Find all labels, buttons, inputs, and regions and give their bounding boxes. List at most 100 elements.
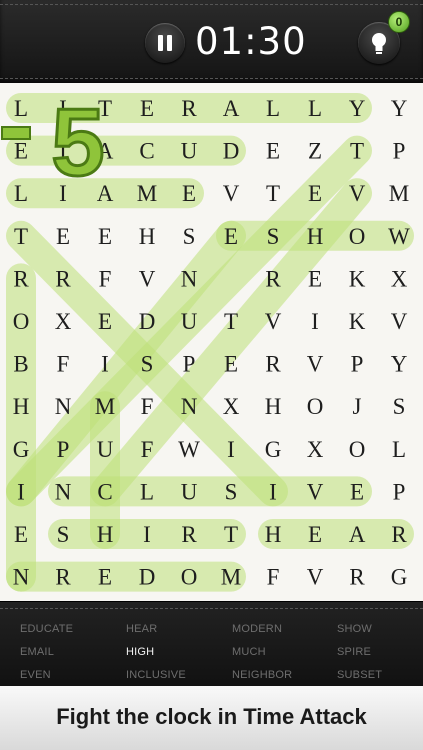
grid-letter[interactable]: O — [181, 565, 198, 590]
grid-letter[interactable]: W — [178, 437, 200, 462]
grid-letter[interactable]: R — [265, 266, 281, 291]
grid-letter[interactable]: P — [393, 479, 406, 504]
grid-letter[interactable]: H — [97, 522, 114, 547]
grid-letter[interactable]: E — [182, 181, 196, 206]
grid-letter[interactable]: P — [393, 139, 406, 164]
grid-letter[interactable]: E — [14, 522, 28, 547]
grid-letter[interactable]: X — [223, 394, 240, 419]
grid-letter[interactable]: O — [349, 437, 366, 462]
grid-letter[interactable]: R — [349, 565, 365, 590]
grid-letter[interactable]: E — [98, 565, 112, 590]
grid-letter[interactable]: V — [307, 352, 324, 377]
grid-letter[interactable]: L — [266, 96, 280, 121]
grid-letter[interactable]: V — [139, 266, 156, 291]
grid-letter[interactable]: S — [267, 224, 280, 249]
grid-letter[interactable]: Z — [308, 139, 322, 164]
grid-letter[interactable]: R — [13, 266, 29, 291]
grid-letter[interactable]: B — [13, 352, 28, 377]
grid-letter[interactable]: W — [388, 224, 410, 249]
grid-letter[interactable]: T — [14, 224, 28, 249]
grid-letter[interactable]: I — [311, 309, 319, 334]
grid-letter[interactable]: E — [350, 479, 364, 504]
grid-letter[interactable]: E — [266, 139, 280, 164]
grid-letter[interactable]: H — [307, 224, 324, 249]
grid-letter[interactable]: K — [349, 266, 366, 291]
grid-letter[interactable]: N — [181, 266, 198, 291]
grid-letter[interactable]: O — [307, 394, 324, 419]
grid-letter[interactable]: X — [55, 309, 72, 334]
grid-letter[interactable]: U — [181, 139, 198, 164]
grid-letter[interactable]: F — [141, 394, 154, 419]
grid-letter[interactable]: L — [308, 96, 322, 121]
grid-letter[interactable]: R — [265, 352, 281, 377]
grid-letter[interactable]: T — [350, 139, 364, 164]
grid-letter[interactable]: F — [99, 266, 112, 291]
grid-letter[interactable]: S — [393, 394, 406, 419]
grid-letter[interactable]: D — [139, 565, 156, 590]
grid-letter[interactable]: C — [97, 479, 112, 504]
grid-letter[interactable]: V — [265, 309, 282, 334]
grid-letter[interactable]: C — [139, 139, 154, 164]
grid-letter[interactable]: M — [137, 181, 157, 206]
grid-letter[interactable]: E — [308, 181, 322, 206]
grid-letter[interactable]: J — [353, 394, 362, 419]
grid-letter[interactable]: X — [391, 266, 408, 291]
pause-button[interactable] — [145, 23, 185, 63]
puzzle-board[interactable]: LITERALLYYETACUDEZTPLIAMEVTEVMTEEHSESHOW… — [0, 83, 423, 601]
grid-letter[interactable]: I — [269, 479, 277, 504]
grid-letter[interactable]: D — [223, 139, 240, 164]
grid-letter[interactable]: L — [140, 479, 154, 504]
grid-letter[interactable]: T — [266, 181, 280, 206]
grid-letter[interactable]: R — [55, 565, 71, 590]
grid-letter[interactable]: O — [13, 309, 30, 334]
grid-letter[interactable]: Y — [349, 96, 366, 121]
grid-letter[interactable]: U — [181, 309, 198, 334]
grid-letter[interactable]: H — [13, 394, 30, 419]
grid-letter[interactable]: I — [227, 437, 235, 462]
grid-letter[interactable]: V — [307, 479, 324, 504]
grid-letter[interactable]: R — [55, 266, 71, 291]
grid-letter[interactable]: V — [349, 181, 366, 206]
grid-letter[interactable]: V — [307, 565, 324, 590]
grid-letter[interactable]: D — [139, 309, 156, 334]
grid-letter[interactable]: Y — [391, 352, 408, 377]
grid-letter[interactable]: N — [13, 565, 30, 590]
grid-letter[interactable]: E — [224, 224, 238, 249]
grid-letter[interactable]: L — [392, 437, 406, 462]
grid-letter[interactable]: K — [349, 309, 366, 334]
grid-letter[interactable]: F — [267, 565, 280, 590]
grid-letter[interactable]: E — [224, 352, 238, 377]
grid-letter[interactable]: N — [55, 394, 72, 419]
grid-letter[interactable]: A — [349, 522, 366, 547]
grid-letter[interactable]: R — [181, 522, 197, 547]
grid-letter[interactable]: S — [225, 479, 238, 504]
grid-letter[interactable]: M — [95, 394, 115, 419]
grid-letter[interactable]: S — [141, 352, 154, 377]
grid-letter[interactable]: U — [181, 479, 198, 504]
grid-letter[interactable]: N — [181, 394, 198, 419]
grid-letter[interactable]: E — [308, 522, 322, 547]
grid-letter[interactable]: X — [307, 437, 324, 462]
grid-letter[interactable]: E — [56, 224, 70, 249]
grid-letter[interactable]: F — [141, 437, 154, 462]
grid-letter[interactable]: G — [13, 437, 30, 462]
grid-letter[interactable]: R — [391, 522, 407, 547]
grid-letter[interactable]: S — [57, 522, 70, 547]
grid-letter[interactable]: N — [55, 479, 72, 504]
grid-letter[interactable]: I — [17, 479, 25, 504]
grid-letter[interactable]: E — [308, 266, 322, 291]
grid-letter[interactable]: U — [97, 437, 114, 462]
grid-letter[interactable]: G — [265, 437, 282, 462]
grid-letter[interactable]: H — [139, 224, 156, 249]
grid-letter[interactable]: V — [223, 181, 240, 206]
grid-letter[interactable]: E — [98, 309, 112, 334]
grid-letter[interactable]: E — [98, 224, 112, 249]
grid-letter[interactable]: M — [221, 565, 241, 590]
grid-letter[interactable]: P — [57, 437, 70, 462]
grid-letter[interactable]: T — [224, 522, 238, 547]
grid-letter[interactable]: M — [389, 181, 409, 206]
grid-letter[interactable]: P — [351, 352, 364, 377]
grid-letter[interactable]: E — [140, 96, 154, 121]
grid-letter[interactable]: R — [181, 96, 197, 121]
grid-letter[interactable]: P — [183, 352, 196, 377]
